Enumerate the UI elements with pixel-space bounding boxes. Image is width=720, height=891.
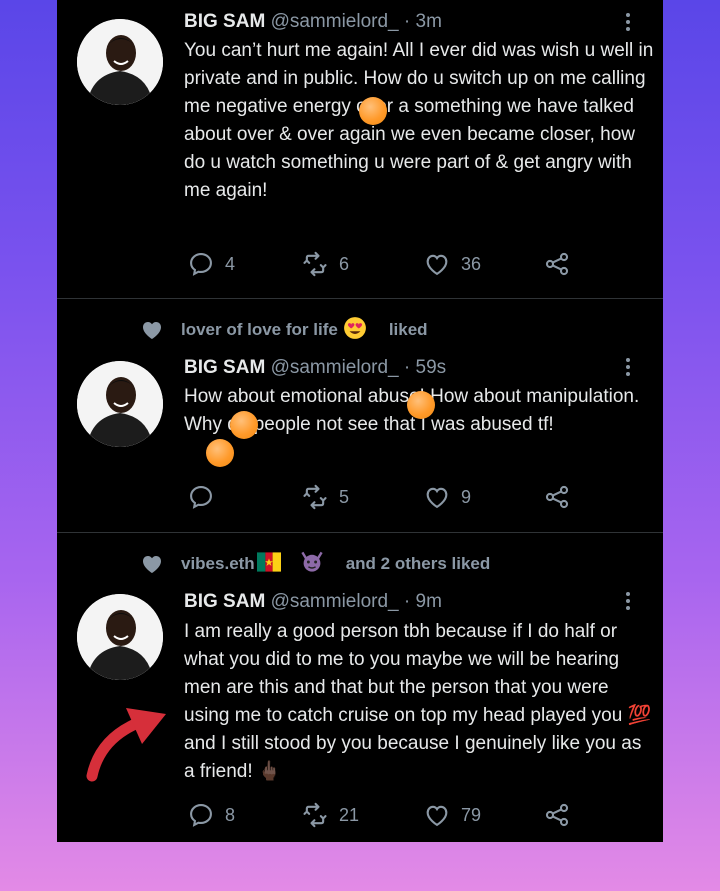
like-count: 36 <box>461 253 482 274</box>
tweet-actions: 4 6 36 <box>187 250 587 278</box>
display-name[interactable]: BIG SAM <box>184 357 265 378</box>
tweet-3[interactable]: vibes.eth and 2 others liked BIG SAM @sa… <box>57 533 663 842</box>
share-button[interactable] <box>543 801 571 829</box>
more-icon[interactable] <box>623 11 633 37</box>
more-icon[interactable] <box>623 356 633 382</box>
like-icon <box>426 487 448 509</box>
tweet-header: BIG SAM @sammielord_ · 59s <box>184 356 446 380</box>
user-handle[interactable]: @sammielord_ <box>271 591 399 612</box>
censor-dot <box>206 439 234 467</box>
retweet-button[interactable]: 6 <box>301 250 349 278</box>
share-icon <box>545 252 569 276</box>
retweet-button[interactable]: 21 <box>301 801 359 829</box>
profile-photo-icon <box>77 361 163 447</box>
reply-icon <box>190 253 212 276</box>
avatar[interactable] <box>77 361 163 447</box>
reply-count: 8 <box>225 804 236 825</box>
like-button[interactable]: 79 <box>423 801 481 829</box>
retweet-button[interactable]: 5 <box>301 483 349 511</box>
tweet-time[interactable]: · 59s <box>404 357 446 378</box>
reply-button[interactable] <box>187 483 225 511</box>
like-button[interactable]: 36 <box>423 250 481 278</box>
heart-liked-icon <box>143 556 161 573</box>
red-arrow-annotation <box>86 708 166 782</box>
user-handle[interactable]: @sammielord_ <box>271 357 399 378</box>
like-count: 79 <box>461 804 482 825</box>
censor-dot <box>359 97 387 125</box>
reply-button[interactable]: 4 <box>187 250 235 278</box>
retweet-count: 6 <box>339 253 350 274</box>
tweet-2[interactable]: lover of love for life liked BIG SAM @sa… <box>57 299 663 532</box>
share-button[interactable] <box>543 483 571 511</box>
liked-label: liked <box>388 320 428 339</box>
liked-by-row: lover of love for life liked <box>140 316 428 344</box>
reply-count: 4 <box>225 253 236 274</box>
avatar[interactable] <box>77 594 163 680</box>
retweet-count: 21 <box>339 804 360 825</box>
share-icon <box>545 803 569 827</box>
heart-eyes-emoji <box>343 316 384 345</box>
liked-by-row: vibes.eth and 2 others liked <box>140 550 490 578</box>
like-count: 9 <box>461 486 472 507</box>
liked-by-user[interactable]: lover of love for life <box>181 320 338 340</box>
tweet-1[interactable]: BIG SAM @sammielord_ · 3m You can’t hurt… <box>57 0 663 298</box>
profile-photo-icon <box>77 19 163 105</box>
reply-button[interactable]: 8 <box>187 801 235 829</box>
tweet-header: BIG SAM @sammielord_ · 9m <box>184 590 442 614</box>
share-button[interactable] <box>543 250 571 278</box>
user-handle[interactable]: @sammielord_ <box>271 11 399 32</box>
cameroon-flag-icon <box>256 550 298 579</box>
liked-by-user[interactable]: vibes.eth <box>181 554 255 574</box>
retweet-icon <box>303 484 327 510</box>
reply-icon <box>190 486 212 509</box>
like-icon <box>426 254 448 276</box>
more-icon[interactable] <box>623 590 633 616</box>
avatar[interactable] <box>77 19 163 105</box>
heart-liked-icon <box>143 322 161 339</box>
reply-icon <box>190 804 212 827</box>
retweet-count: 5 <box>339 486 350 507</box>
like-button[interactable]: 9 <box>423 483 471 511</box>
display-name[interactable]: BIG SAM <box>184 11 265 32</box>
demon-face-icon <box>300 550 341 579</box>
like-icon <box>426 805 448 827</box>
censor-dot <box>230 411 258 439</box>
retweet-icon <box>303 802 327 828</box>
retweet-icon <box>303 251 327 277</box>
display-name[interactable]: BIG SAM <box>184 591 265 612</box>
profile-photo-icon <box>77 594 163 680</box>
tweet-header: BIG SAM @sammielord_ · 3m <box>184 10 442 34</box>
tweet-text: I am really a good person tbh because if… <box>184 621 652 782</box>
tweet-text: You can’t hurt me again! All I ever did … <box>184 40 654 201</box>
tweet-time[interactable]: · 3m <box>404 11 442 32</box>
share-icon <box>545 485 569 509</box>
censor-dot <box>407 391 435 419</box>
tweet-actions: 5 9 <box>187 483 587 511</box>
liked-label: and 2 others liked <box>345 554 491 573</box>
tweet-time[interactable]: · 9m <box>404 591 442 612</box>
tweet-actions: 8 21 79 <box>187 801 587 829</box>
